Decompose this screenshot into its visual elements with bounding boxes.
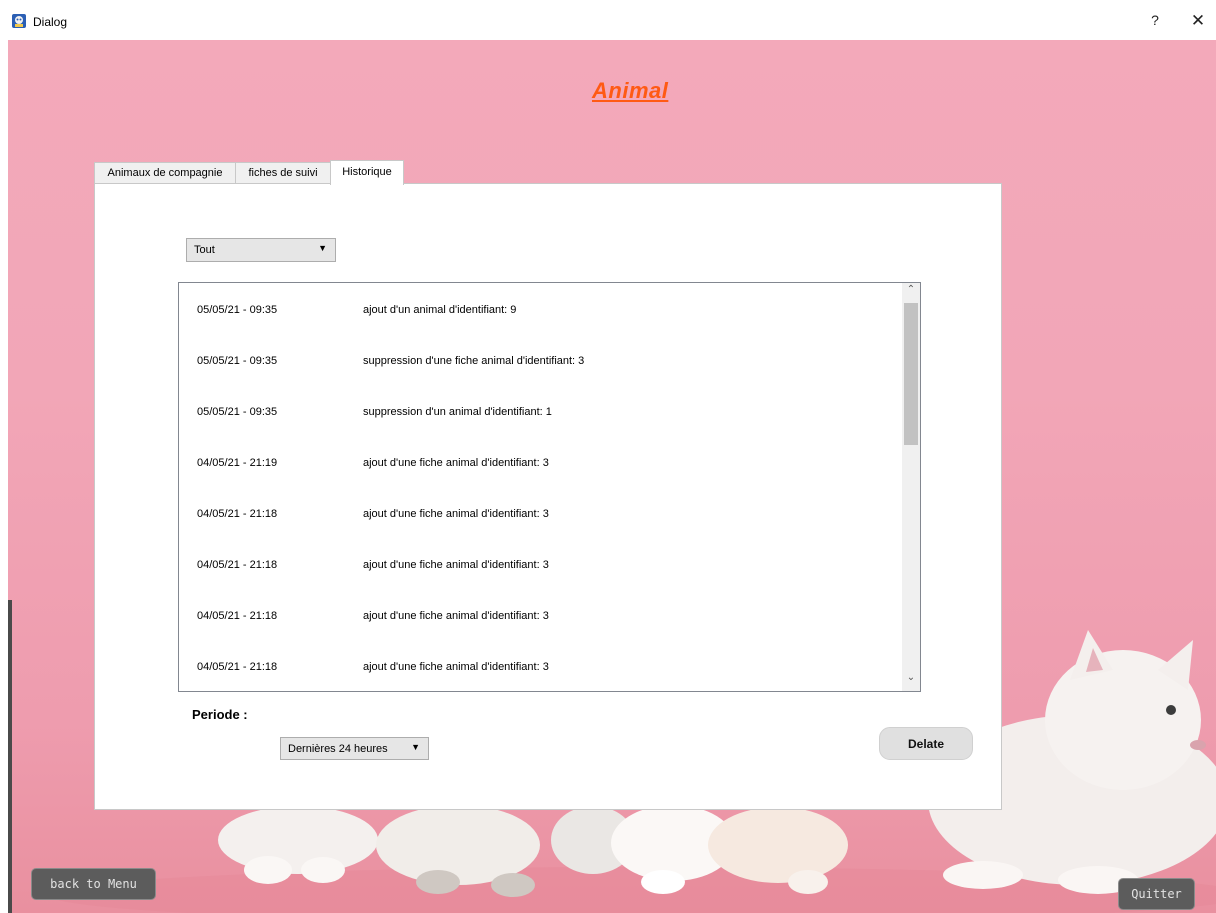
periode-combobox-value: Dernières 24 heures <box>288 743 388 755</box>
item-date: 05/05/21 - 09:35 <box>197 406 278 418</box>
help-button[interactable]: ? <box>1146 12 1164 32</box>
list-item[interactable]: 04/05/21 - 21:18 ajout d'une fiche anima… <box>179 487 901 538</box>
item-date: 05/05/21 - 09:35 <box>197 304 278 316</box>
dialog-app-icon <box>12 14 26 28</box>
history-list[interactable]: 05/05/21 - 09:35 ajout d'un animal d'ide… <box>178 282 921 692</box>
tab-label: Animaux de compagnie <box>107 167 223 179</box>
item-date: 04/05/21 - 21:18 <box>197 559 278 571</box>
item-message: ajout d'une fiche animal d'identifiant: … <box>363 457 549 469</box>
dropdown-arrow-icon: ▼ <box>318 243 327 253</box>
item-date: 04/05/21 - 21:18 <box>197 661 278 673</box>
dropdown-arrow-icon: ▼ <box>411 742 420 752</box>
list-item[interactable]: 05/05/21 - 09:35 suppression d'un animal… <box>179 385 901 436</box>
list-item[interactable]: 04/05/21 - 21:19 ajout d'une fiche anima… <box>179 436 901 487</box>
filter-combobox[interactable]: Tout ▼ <box>186 238 336 262</box>
filter-combobox-value: Tout <box>194 244 215 256</box>
item-message: ajout d'une fiche animal d'identifiant: … <box>363 508 549 520</box>
item-date: 04/05/21 - 21:19 <box>197 457 278 469</box>
window-titlebar: Dialog ? ✕ <box>0 0 1216 40</box>
window-title: Dialog <box>33 15 68 29</box>
periode-label: Periode : <box>192 707 248 722</box>
item-message: ajout d'une fiche animal d'identifiant: … <box>363 610 549 622</box>
scroll-down-icon[interactable]: ⌄ <box>902 672 920 690</box>
item-date: 04/05/21 - 21:18 <box>197 610 278 622</box>
back-to-menu-button[interactable]: back to Menu <box>31 868 156 900</box>
tab-label: Historique <box>342 166 392 178</box>
item-date: 04/05/21 - 21:18 <box>197 508 278 520</box>
list-item[interactable]: 04/05/21 - 21:18 ajout d'une fiche anima… <box>179 589 901 640</box>
tab-label: fiches de suivi <box>248 167 318 179</box>
item-message: ajout d'une fiche animal d'identifiant: … <box>363 559 549 571</box>
periode-combobox[interactable]: Dernières 24 heures ▼ <box>280 737 429 760</box>
list-item[interactable]: 05/05/21 - 09:35 suppression d'une fiche… <box>179 334 901 385</box>
item-date: 05/05/21 - 09:35 <box>197 355 278 367</box>
tab-animaux-de-compagnie[interactable]: Animaux de compagnie <box>94 162 236 184</box>
item-message: ajout d'une fiche animal d'identifiant: … <box>363 661 549 673</box>
page-title: Animal <box>592 78 669 103</box>
item-message: suppression d'un animal d'identifiant: 1 <box>363 406 552 418</box>
list-item[interactable]: 04/05/21 - 21:18 ajout d'une fiche anima… <box>179 538 901 589</box>
history-scrollbar[interactable]: ⌃ ⌄ <box>902 283 920 691</box>
close-button[interactable]: ✕ <box>1188 11 1208 31</box>
tab-fiches-de-suivi[interactable]: fiches de suivi <box>235 162 331 184</box>
item-message: ajout d'un animal d'identifiant: 9 <box>363 304 517 316</box>
tab-historique[interactable]: Historique <box>330 160 404 185</box>
quit-button[interactable]: Quitter <box>1118 878 1195 910</box>
item-message: suppression d'une fiche animal d'identif… <box>363 355 585 367</box>
list-item[interactable]: 04/05/21 - 21:18 ajout d'une fiche anima… <box>179 640 901 691</box>
delete-button[interactable]: Delate <box>879 727 973 760</box>
list-item[interactable]: 05/05/21 - 09:35 ajout d'un animal d'ide… <box>179 283 901 334</box>
scrollbar-thumb[interactable] <box>904 303 918 445</box>
scroll-up-icon[interactable]: ⌃ <box>902 284 920 302</box>
